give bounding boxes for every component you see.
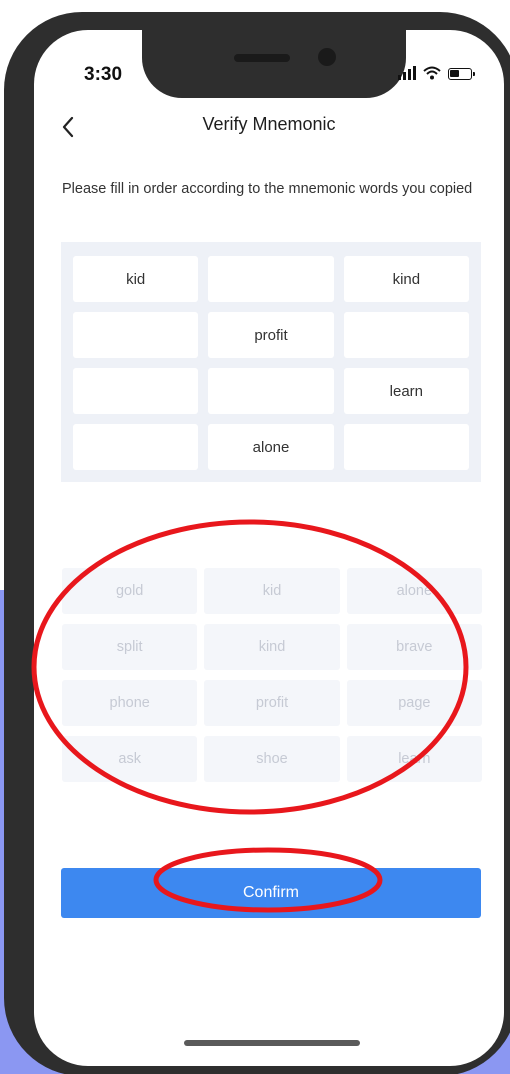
word-option-9[interactable]: page <box>346 680 482 726</box>
answer-slot-5[interactable]: profit <box>208 312 334 358</box>
notch <box>142 30 406 98</box>
battery-icon <box>448 68 475 80</box>
answer-slot-2[interactable] <box>208 256 334 302</box>
speaker <box>234 54 290 62</box>
word-option-3[interactable]: alone <box>346 568 482 614</box>
word-option-2[interactable]: kid <box>204 568 340 614</box>
home-indicator <box>184 1040 360 1046</box>
answer-slot-12[interactable] <box>343 424 469 470</box>
phone-screen: 3:30 Verify Mnemonic Please fill in orde… <box>34 30 504 1066</box>
status-icons <box>398 66 475 80</box>
answer-slot-7[interactable] <box>73 368 199 414</box>
phone-frame: 3:30 Verify Mnemonic Please fill in orde… <box>4 12 510 1074</box>
word-option-6[interactable]: brave <box>346 624 482 670</box>
answer-slot-3[interactable]: kind <box>343 256 469 302</box>
answer-slot-10[interactable] <box>73 424 199 470</box>
answer-slot-9[interactable]: learn <box>343 368 469 414</box>
answer-grid: kid kind profit learn alone <box>61 242 481 482</box>
wifi-icon <box>423 66 441 80</box>
word-option-4[interactable]: split <box>62 624 198 670</box>
word-option-12[interactable]: learn <box>346 736 482 782</box>
answer-slot-8[interactable] <box>208 368 334 414</box>
word-option-1[interactable]: gold <box>62 568 198 614</box>
answer-slot-4[interactable] <box>73 312 199 358</box>
answer-slot-6[interactable] <box>343 312 469 358</box>
status-time: 3:30 <box>84 64 123 85</box>
confirm-button[interactable]: Confirm <box>61 868 481 918</box>
canvas: 3:30 Verify Mnemonic Please fill in orde… <box>0 0 510 1074</box>
answer-slot-1[interactable]: kid <box>73 256 199 302</box>
signal-icon <box>398 66 416 80</box>
word-option-10[interactable]: ask <box>62 736 198 782</box>
word-option-11[interactable]: shoe <box>204 736 340 782</box>
word-options-grid: gold kid alone split kind brave phone pr… <box>62 568 482 782</box>
answer-slot-11[interactable]: alone <box>208 424 334 470</box>
camera-icon <box>318 48 336 66</box>
word-option-8[interactable]: profit <box>204 680 340 726</box>
word-option-5[interactable]: kind <box>204 624 340 670</box>
page-title: Verify Mnemonic <box>202 114 336 134</box>
instruction-text: Please fill in order according to the mn… <box>62 181 473 197</box>
word-option-7[interactable]: phone <box>62 680 198 726</box>
